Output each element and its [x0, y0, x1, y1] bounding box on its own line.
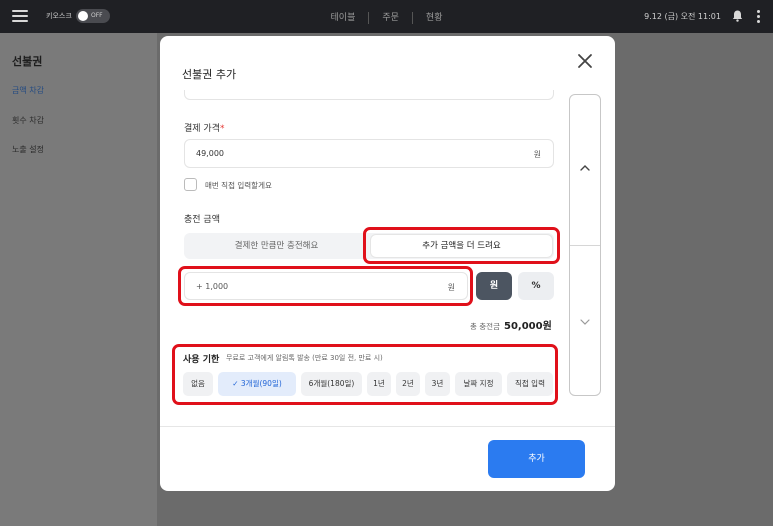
highlight-box-bonus-option [363, 227, 560, 264]
sidebar-title: 선불권 [12, 55, 43, 68]
total-charge-label: 총 충전금 [470, 322, 500, 331]
payment-price-field[interactable]: 49,000 원 [184, 139, 554, 168]
scroll-control-panel [569, 94, 601, 396]
unit-percent-button[interactable]: % [518, 272, 554, 300]
sidebar-item-amount-deduct[interactable]: 금액 차감 [12, 85, 44, 96]
highlight-box-bonus-input [178, 266, 473, 306]
nav-item-table[interactable]: 테이블 [318, 10, 369, 23]
manual-input-label: 매번 직접 입력할게요 [205, 181, 272, 190]
scroll-divider [570, 245, 600, 246]
unit-won-button[interactable]: 원 [476, 272, 512, 300]
close-icon[interactable] [576, 52, 594, 70]
charge-option-exact[interactable]: 결제한 만큼만 충전해요 [184, 233, 369, 259]
total-charge: 총 충전금 50,000원 [470, 317, 552, 332]
chevron-down-icon[interactable] [579, 317, 591, 327]
payment-price-label: 결제 가격* [184, 121, 224, 134]
previous-field-edge [184, 90, 554, 100]
modal-footer-divider [160, 426, 615, 427]
payment-price-label-text: 결제 가격 [184, 124, 220, 134]
more-vertical-icon[interactable] [757, 10, 761, 23]
highlight-box-usage-period [172, 344, 558, 405]
nav-item-order[interactable]: 주문 [369, 10, 412, 23]
required-mark: * [219, 124, 225, 134]
add-prepaid-modal: 선불권 추가 결제 가격* 49,000 원 매번 직접 입력할게요 충전 금액… [160, 36, 615, 491]
status-datetime: 9.12 (금) 오전 11:01 [644, 12, 721, 21]
modal-title: 선불권 추가 [182, 68, 237, 81]
sidebar: 선불권 금액 차감 횟수 차감 노출 설정 [0, 33, 157, 526]
bell-icon[interactable] [732, 10, 743, 22]
sidebar-item-display-settings[interactable]: 노출 설정 [12, 144, 44, 155]
charge-amount-label: 충전 금액 [184, 215, 220, 225]
total-charge-value: 50,000원 [503, 321, 552, 332]
top-bar: 키오스크 OFF 테이블 주문 현황 9.12 (금) 오전 11:01 [0, 0, 773, 33]
payment-price-unit: 원 [533, 150, 541, 159]
nav-item-status[interactable]: 현황 [413, 10, 456, 23]
sidebar-item-count-deduct[interactable]: 횟수 차감 [12, 115, 44, 126]
chevron-up-icon[interactable] [579, 163, 591, 173]
manual-input-checkbox[interactable] [184, 178, 197, 191]
payment-price-value: 49,000 [196, 149, 224, 158]
add-button[interactable]: 추가 [488, 440, 585, 478]
